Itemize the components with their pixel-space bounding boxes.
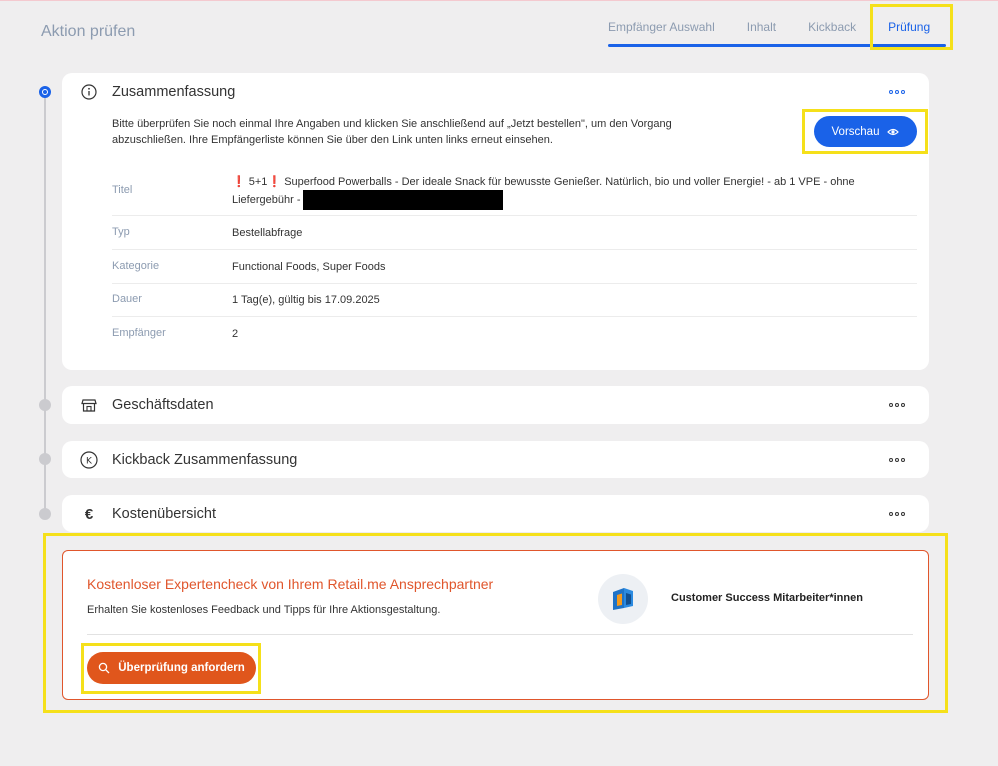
svg-text:K: K	[86, 457, 93, 467]
promo-divider	[87, 634, 913, 635]
search-icon	[99, 662, 110, 674]
section-more-menu[interactable]	[889, 512, 905, 516]
summary-intro: Bitte überprüfen Sie noch einmal Ihre An…	[112, 118, 672, 146]
section-header: Geschäftsdaten	[80, 386, 214, 424]
section-kostenuebersicht[interactable]: € Kostenübersicht	[62, 495, 929, 532]
eye-icon	[887, 128, 900, 135]
summary-row-titel: Titel ❗ 5+1❗ Superfood Powerballs - Der …	[112, 170, 917, 216]
summary-more-menu[interactable]	[889, 90, 905, 94]
exclamation-icon: ❗	[232, 176, 246, 188]
summary-row-empfaenger: Empfänger 2	[112, 317, 917, 351]
section-header: K Kickback Zusammenfassung	[80, 441, 297, 479]
title-prefix: 5+1	[248, 176, 268, 188]
timeline-dot-active	[39, 86, 51, 98]
expert-check-box: Kostenloser Expertencheck von Ihrem Reta…	[62, 550, 929, 700]
summary-row-dauer: Dauer 1 Tag(e), gültig bis 17.09.2025	[112, 284, 917, 317]
section-title: Kickback Zusammenfassung	[112, 452, 298, 468]
euro-icon: €	[84, 505, 94, 523]
section-kickback[interactable]: K Kickback Zusammenfassung	[62, 441, 929, 478]
row-value-titel: ❗ 5+1❗ Superfood Powerballs - Der ideale…	[232, 174, 912, 210]
section-more-menu[interactable]	[889, 458, 905, 462]
preview-button-label: Vorschau	[831, 125, 880, 138]
tabs-progress-bar	[608, 44, 946, 47]
row-key: Titel	[112, 184, 133, 196]
summary-title: Zusammenfassung	[112, 84, 236, 100]
top-border	[0, 0, 998, 1]
exclamation-icon: ❗	[267, 176, 282, 188]
info-icon	[80, 83, 98, 101]
row-key: Kategorie	[112, 260, 160, 272]
row-key: Typ	[112, 226, 130, 238]
summary-card: Zusammenfassung Bitte überprüfen Sie noc…	[62, 73, 929, 370]
tab-pruefung[interactable]: Prüfung	[888, 20, 930, 46]
retailme-logo-icon	[598, 574, 648, 624]
kickback-icon: K	[80, 451, 98, 469]
tab-empfaenger-auswahl[interactable]: Empfänger Auswahl	[608, 20, 715, 46]
tab-kickback[interactable]: Kickback	[808, 20, 856, 46]
row-value: Bestellabfrage	[232, 227, 303, 239]
page-title: Aktion prüfen	[41, 23, 136, 40]
section-title: Kostenübersicht	[112, 506, 216, 522]
request-review-button[interactable]: Überprüfung anfordern	[87, 652, 256, 684]
customer-success-label: Customer Success Mitarbeiter*innen	[671, 592, 863, 604]
timeline-dot	[39, 453, 51, 465]
request-review-label: Überprüfung anfordern	[118, 662, 245, 674]
promo-subtitle: Erhalten Sie kostenloses Feedback und Ti…	[87, 604, 441, 616]
timeline-dot	[39, 399, 51, 411]
row-value: Functional Foods, Super Foods	[232, 261, 386, 273]
row-value: 2	[232, 328, 239, 340]
summary-row-typ: Typ Bestellabfrage	[112, 216, 917, 250]
row-key: Dauer	[112, 293, 142, 305]
summary-row-kategorie: Kategorie Functional Foods, Super Foods	[112, 250, 917, 284]
step-tabs: Empfänger Auswahl Inhalt Kickback Prüfun…	[608, 20, 962, 46]
section-title: Geschäftsdaten	[112, 397, 214, 413]
section-geschaeftsdaten[interactable]: Geschäftsdaten	[62, 386, 929, 424]
promo-title: Kostenloser Expertencheck von Ihrem Reta…	[87, 576, 494, 592]
section-header: € Kostenübersicht	[80, 495, 216, 533]
row-value: 1 Tag(e), gültig bis 17.09.2025	[232, 294, 380, 306]
store-icon	[80, 396, 98, 414]
timeline-dot	[39, 508, 51, 520]
redacted-block	[302, 190, 503, 210]
summary-header: Zusammenfassung	[80, 73, 235, 111]
preview-button[interactable]: Vorschau	[814, 116, 917, 147]
row-key: Empfänger	[112, 327, 166, 339]
section-more-menu[interactable]	[889, 403, 905, 407]
tab-inhalt[interactable]: Inhalt	[747, 20, 776, 46]
